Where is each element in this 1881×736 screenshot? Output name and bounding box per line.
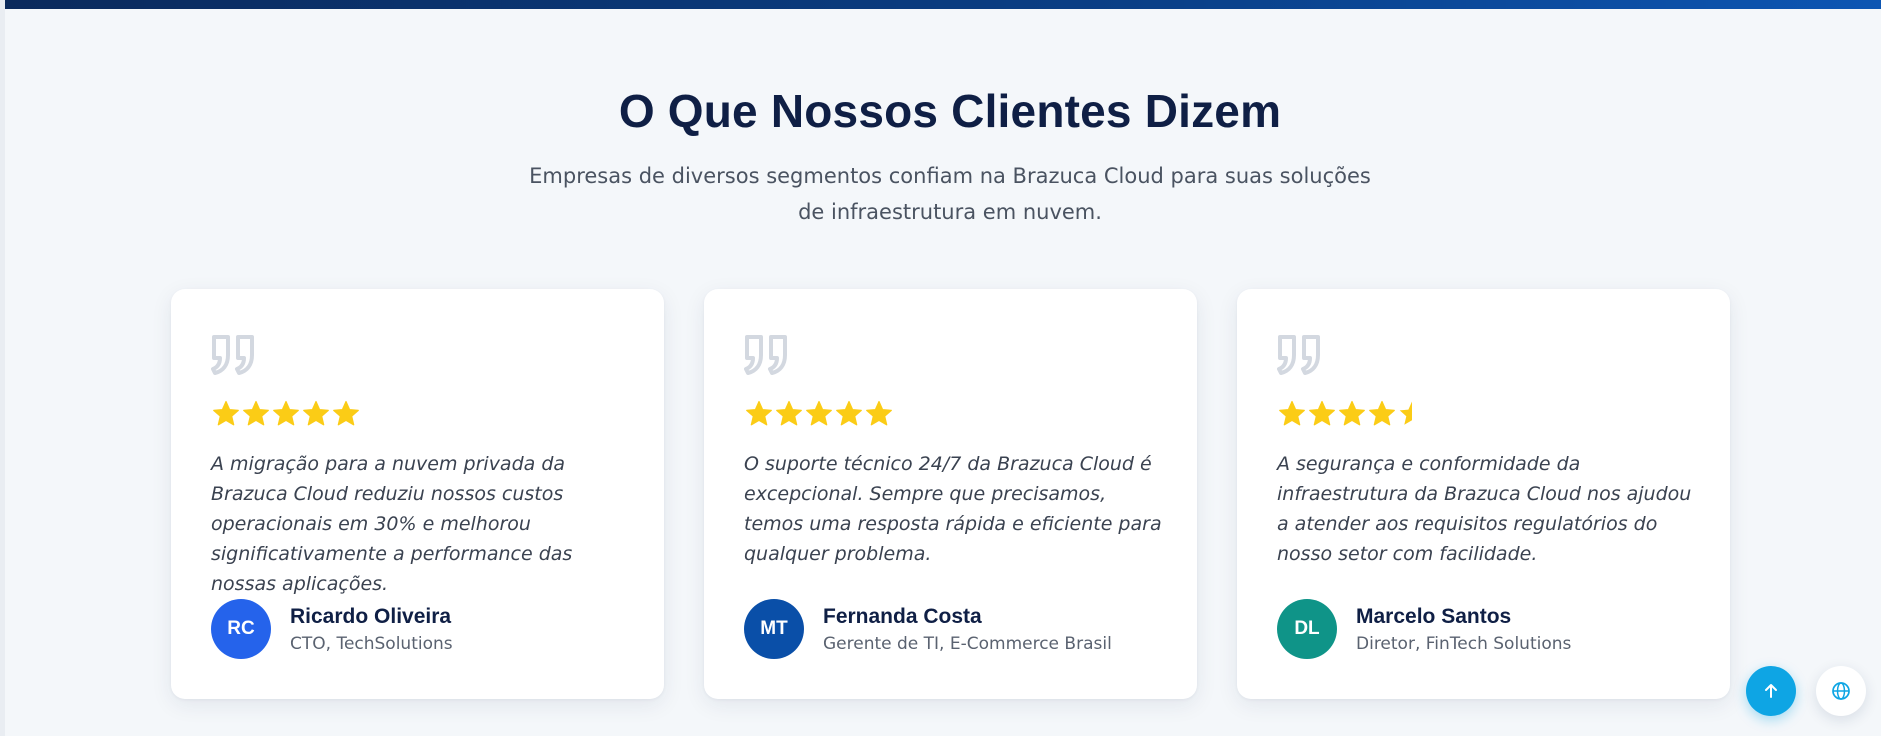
globe-icon <box>1832 682 1850 700</box>
testimonial-quote: O suporte técnico 24/7 da Brazuca Cloud … <box>744 453 1162 565</box>
star-icon <box>746 400 772 426</box>
testimonial-card: O suporte técnico 24/7 da Brazuca Cloud … <box>704 289 1197 699</box>
star-rating <box>744 399 894 429</box>
top-accent-bar <box>0 0 1881 9</box>
star-icon <box>836 400 862 426</box>
arrow-up-icon <box>1765 684 1777 698</box>
star-icon <box>776 400 802 426</box>
star-rating <box>211 399 361 429</box>
star-half-icon <box>1399 401 1412 425</box>
star-icon <box>1369 400 1395 426</box>
author-name: Marcelo Santos <box>1356 605 1512 628</box>
author-role: Diretor, FinTech Solutions <box>1356 634 1572 654</box>
author-name: Fernanda Costa <box>823 605 982 628</box>
star-icon <box>243 400 269 426</box>
scroll-to-top-button[interactable] <box>1746 666 1796 716</box>
star-icon <box>806 400 832 426</box>
language-button[interactable] <box>1816 666 1866 716</box>
testimonial-card: A migração para a nuvem privada da Brazu… <box>171 289 664 699</box>
avatar: RC <box>211 599 271 659</box>
star-rating <box>1277 399 1427 429</box>
author-name: Ricardo Oliveira <box>290 605 452 628</box>
author-role: CTO, TechSolutions <box>290 634 453 654</box>
testimonial-card: A segurança e conformidade da infraestru… <box>1237 289 1730 699</box>
star-icon <box>273 400 299 426</box>
star-icon <box>1309 400 1335 426</box>
testimonial-quote: A migração para a nuvem privada da Brazu… <box>211 453 573 595</box>
star-icon <box>866 400 892 426</box>
section-title: O Que Nossos Clientes Dizem <box>618 85 1282 137</box>
quote-icon <box>1277 335 1320 375</box>
author-role: Gerente de TI, E-Commerce Brasil <box>823 634 1112 654</box>
section-subtitle: Empresas de diversos segmentos confiam n… <box>529 164 1371 224</box>
avatar: DL <box>1277 599 1337 659</box>
testimonial-quote: A segurança e conformidade da infraestru… <box>1277 453 1692 565</box>
star-icon <box>303 400 329 426</box>
star-icon <box>1339 400 1365 426</box>
star-icon <box>1279 400 1305 426</box>
avatar: MT <box>744 599 804 659</box>
star-icon <box>333 400 359 426</box>
quote-icon <box>744 335 787 375</box>
star-icon <box>213 400 239 426</box>
quote-icon <box>211 335 254 375</box>
